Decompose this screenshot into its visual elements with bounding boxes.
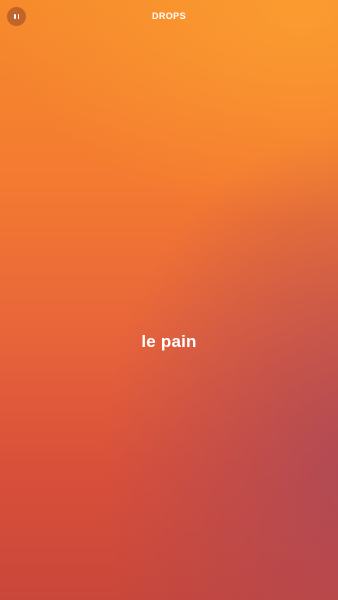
app-title: DROPS (151, 11, 186, 21)
learning-screen: DROPS le pain (0, 0, 338, 600)
vocabulary-word[interactable]: le pain (0, 332, 338, 352)
